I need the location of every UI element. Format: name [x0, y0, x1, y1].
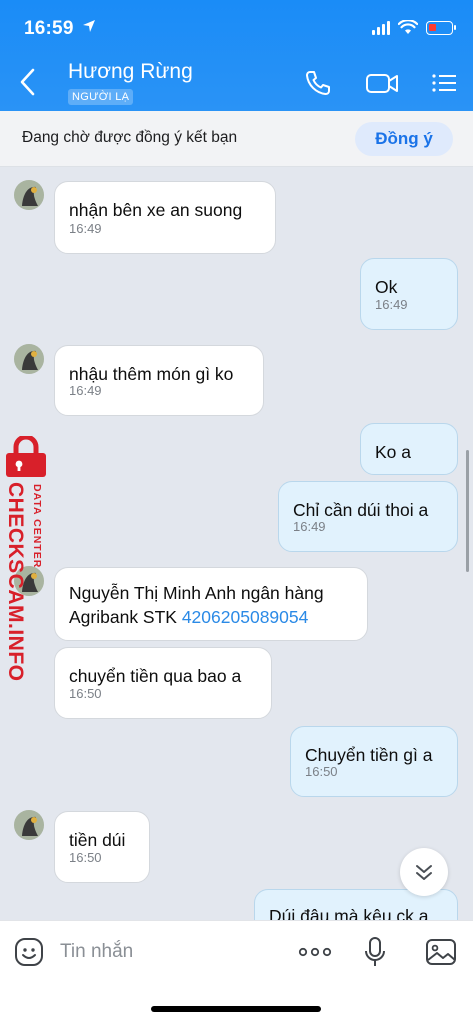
image-gallery-icon[interactable]	[424, 935, 458, 969]
message-bubble-outgoing[interactable]: Ko a	[360, 423, 458, 475]
watermark-label: DATA CENTER	[31, 484, 43, 569]
message-time: 16:50	[305, 764, 338, 779]
phone-icon[interactable]	[303, 68, 333, 98]
message-bubble-incoming[interactable]: tiền dúi 16:50	[54, 811, 150, 883]
watermark-site: CHECKSCAM.INFO	[4, 482, 27, 682]
message-time: 16:49	[293, 519, 326, 534]
accept-button[interactable]: Đồng ý	[355, 122, 453, 156]
message-bubble-incoming[interactable]: nhậu thêm món gì ko 16:49	[54, 345, 264, 416]
avatar[interactable]	[14, 180, 44, 210]
message-bubble-outgoing[interactable]: Chỉ cần dúi thoi a 16:49	[278, 481, 458, 552]
message-time: 16:50	[69, 686, 102, 701]
stranger-badge: NGƯỜI LẠ	[68, 89, 134, 105]
cellular-signal-icon	[372, 20, 390, 35]
back-icon[interactable]	[16, 66, 38, 98]
avatar[interactable]	[14, 810, 44, 840]
message-time: 16:49	[375, 297, 408, 312]
message-time: 16:49	[69, 383, 102, 398]
message-time: 16:49	[69, 221, 102, 236]
message-text: Ko a	[375, 442, 411, 462]
contact-name[interactable]: Hương Rừng	[68, 60, 193, 84]
account-number-link[interactable]: 4206205089054	[182, 607, 309, 627]
scroll-down-button[interactable]	[400, 848, 448, 896]
status-indicators	[372, 20, 456, 35]
message-bubble-incoming[interactable]: Nguyễn Thị Minh Anh ngân hàng Agribank S…	[54, 567, 368, 641]
status-time: 16:59	[24, 18, 74, 39]
location-arrow-icon	[83, 20, 95, 32]
lock-icon	[6, 434, 46, 477]
watermark: CHECKSCAM.INFO DATA CENTER	[2, 434, 50, 682]
message-text-line: Nguyễn Thị Minh Anh ngân hàng	[69, 583, 324, 603]
message-input[interactable]: Tin nhắn	[60, 941, 133, 963]
scrollbar[interactable]	[466, 450, 469, 572]
menu-list-icon[interactable]	[429, 68, 459, 98]
message-bubble-incoming[interactable]: chuyển tiền qua bao a 16:50	[54, 647, 272, 719]
avatar[interactable]	[14, 344, 44, 374]
chat-header: 16:59 Hương Rừng NGƯỜI LẠ	[0, 0, 473, 111]
friend-request-text: Đang chờ được đồng ý kết bạn	[22, 129, 238, 146]
sticker-icon[interactable]	[12, 935, 46, 969]
battery-icon	[426, 20, 456, 35]
video-call-icon[interactable]	[364, 68, 400, 98]
friend-request-bar: Đang chờ được đồng ý kết bạn Đồng ý	[0, 111, 473, 167]
message-bubble-outgoing[interactable]: Ok 16:49	[360, 258, 458, 330]
microphone-icon[interactable]	[358, 935, 392, 969]
wifi-icon	[398, 20, 418, 34]
message-text: Agribank STK	[69, 607, 182, 627]
message-text-line: Agribank STK 4206205089054	[69, 605, 353, 629]
double-chevron-down-icon	[416, 865, 432, 880]
message-bubble-incoming[interactable]: nhận bên xe an suong 16:49	[54, 181, 276, 254]
message-time: 16:50	[69, 850, 102, 865]
more-options-icon[interactable]	[296, 935, 334, 969]
home-indicator[interactable]	[151, 1006, 321, 1012]
message-bubble-outgoing[interactable]: Chuyển tiền gì a 16:50	[290, 726, 458, 797]
